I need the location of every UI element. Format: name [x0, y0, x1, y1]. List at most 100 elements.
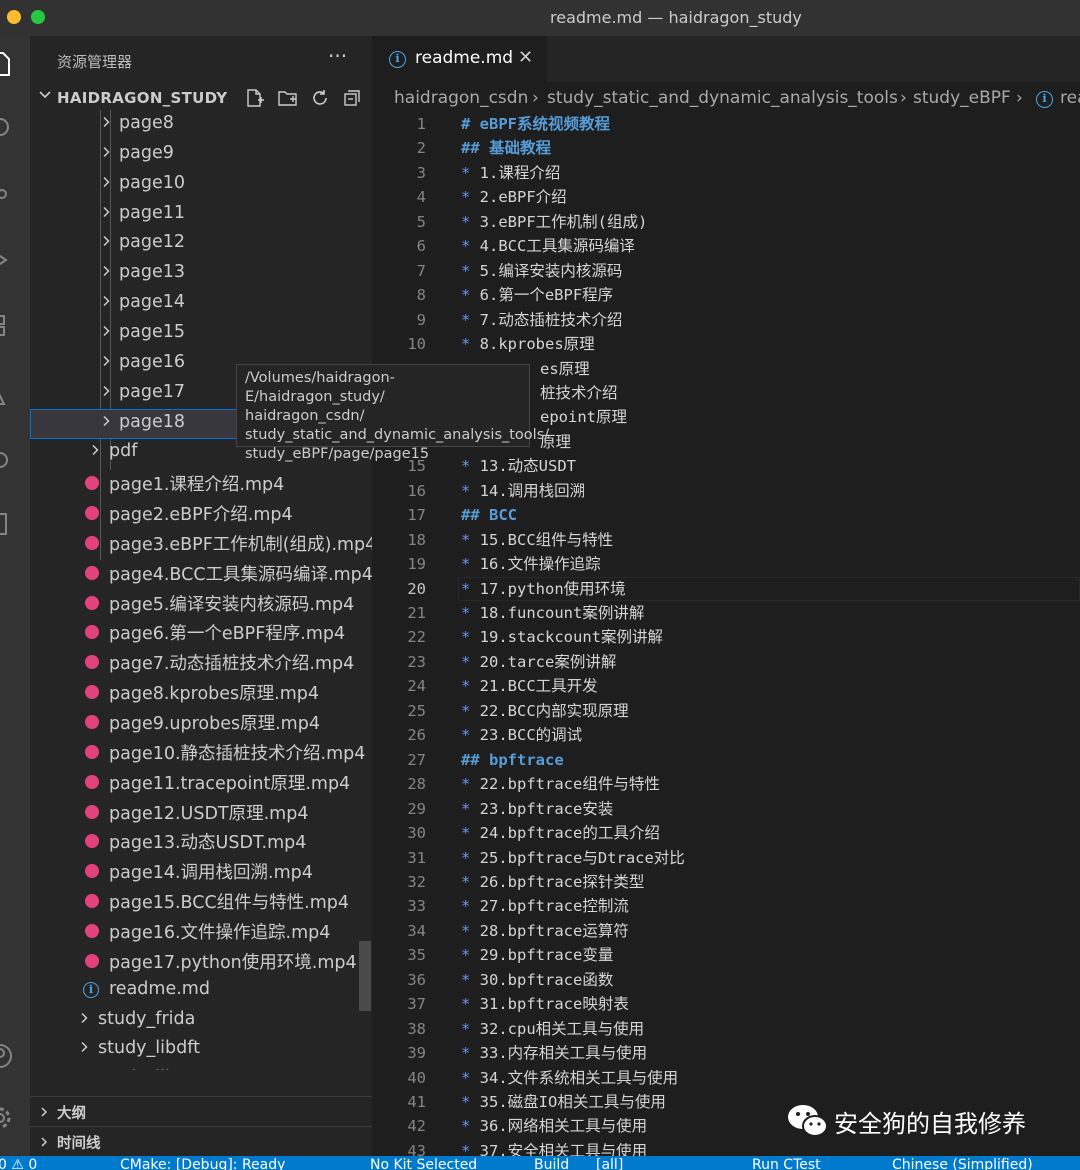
line-number: 3 [416, 164, 426, 182]
tree-folder[interactable]: page15 [30, 319, 372, 349]
chevron-right-icon [41, 1107, 48, 1117]
chevron-right-icon [81, 1041, 88, 1053]
tree-file[interactable]: page9.uprobes原理.mp4 [30, 707, 372, 737]
tree-file[interactable]: page13.动态USDT.mp4 [30, 826, 372, 856]
chevron-right-icon [103, 355, 110, 367]
tree-file[interactable]: i readme.md [30, 976, 372, 1006]
watermark-text: 安全狗的自我修养 [834, 1110, 1026, 1138]
run-debug-icon[interactable] [0, 246, 14, 274]
tree-item-label: page8.kprobes原理.mp4 [109, 684, 320, 704]
code-line: * 37.安全相关工具与使用 [461, 1139, 647, 1156]
tree-file[interactable]: page8.kprobes原理.mp4 [30, 677, 372, 707]
breadcrumb-item[interactable]: study_static_and_dynamic_analysis_tools [547, 88, 898, 108]
tree-file[interactable]: page2.eBPF介绍.mp4 [30, 498, 372, 528]
tree-item-label: page17 [119, 382, 185, 402]
tree-folder[interactable]: page10 [30, 170, 372, 200]
tree-file[interactable]: page14.调用栈回溯.mp4 [30, 856, 372, 886]
code-line: * 27.bpftrace控制流 [461, 894, 629, 918]
code-view[interactable]: 1 # eBPF系统视频教程 2 ## 基础教程 3 * 1.课程介绍 4 * 2.eBPF介… [372, 112, 1080, 1156]
list-bullet: * [461, 677, 480, 695]
remote-icon[interactable] [0, 446, 14, 474]
tree-file[interactable]: page6.第一个eBPF程序.mp4 [30, 617, 372, 647]
extensions-icon[interactable] [0, 312, 14, 340]
code-text: 8.kprobes原理 [479, 335, 595, 353]
tree-item-label: page1.课程介绍.mp4 [109, 475, 285, 495]
code-line: * 6.第一个eBPF程序 [461, 283, 613, 307]
tree-folder[interactable]: study_libFuzzer [30, 1065, 372, 1070]
outline-section-header[interactable]: 大纲 [30, 1096, 372, 1126]
code-line: ## BCC [461, 503, 517, 527]
collapse-all-icon[interactable] [342, 88, 362, 108]
code-line: * 22.BCC内部实现原理 [461, 699, 629, 723]
code-line: * 22.bpftrace组件与特性 [461, 772, 660, 796]
tree-folder[interactable]: page11 [30, 200, 372, 230]
code-text: 7.动态插桩技术介绍 [479, 311, 623, 329]
tree-file[interactable]: page5.编译安装内核源码.mp4 [30, 588, 372, 618]
tree-file[interactable]: page3.eBPF工作机制(组成).mp4 [30, 528, 372, 558]
close-icon[interactable]: ✕ [518, 47, 533, 68]
breadcrumb-item[interactable]: haidragon_csdn [394, 88, 528, 108]
search-icon[interactable] [0, 114, 14, 142]
refresh-icon[interactable] [310, 88, 330, 108]
tree-folder[interactable]: page9 [30, 140, 372, 170]
tree-file[interactable]: page12.USDT原理.mp4 [30, 797, 372, 827]
explorer-icon[interactable] [0, 50, 14, 78]
tree-file[interactable]: page15.BCC组件与特性.mp4 [30, 886, 372, 916]
problems-indicator[interactable]: 0 ⚠ 0 [0, 1157, 37, 1170]
tree-file[interactable]: page4.BCC工具集源码编译.mp4 [30, 558, 372, 588]
window-title: readme.md — haidragon_study [550, 8, 802, 27]
tree-item-label: page13 [119, 262, 185, 282]
workspace-section-header[interactable]: HAIDRAGON_STUDY [30, 86, 372, 110]
tree-item-label: study_libdft [98, 1038, 200, 1058]
list-bullet: * [461, 971, 480, 989]
tree-file[interactable]: page1.课程介绍.mp4 [30, 468, 372, 498]
testing-icon[interactable] [0, 380, 14, 408]
path-tooltip: /Volumes/haidragon-E/haidragon_study/ ha… [236, 364, 549, 462]
chevron-right-icon [103, 206, 110, 218]
sidebar-scrollbar[interactable] [359, 941, 371, 1011]
tree-file[interactable]: page11.tracepoint原理.mp4 [30, 767, 372, 797]
more-actions-icon[interactable]: ··· [328, 44, 347, 68]
tree-folder[interactable]: study_frida [30, 1006, 372, 1036]
tree-folder[interactable]: page14 [30, 289, 372, 319]
language-indicator[interactable]: Chinese (Simplified) [892, 1157, 1033, 1170]
cmake-icon[interactable] [0, 510, 14, 538]
new-file-icon[interactable] [245, 88, 265, 108]
source-control-icon[interactable] [0, 180, 14, 208]
timeline-section-header[interactable]: 时间线 [30, 1126, 372, 1156]
tree-item-label: page9 [119, 143, 174, 163]
tree-folder[interactable]: page12 [30, 229, 372, 259]
list-bullet: * [461, 873, 480, 891]
tree-file[interactable]: page16.文件操作追踪.mp4 [30, 916, 372, 946]
code-text: 28.bpftrace运算符 [479, 922, 629, 940]
tree-file[interactable]: page10.静态插桩技术介绍.mp4 [30, 737, 372, 767]
cmake-status[interactable]: CMake: [Debug]: Ready [120, 1157, 285, 1170]
list-bullet: * [461, 531, 480, 549]
tab-readme[interactable]: i readme.md ✕ [372, 36, 547, 82]
code-text: 26.bpftrace探针类型 [479, 873, 645, 891]
tree-file[interactable]: page7.动态插桩技术介绍.mp4 [30, 647, 372, 677]
tree-folder[interactable]: study_libdft [30, 1035, 372, 1065]
line-number: 33 [407, 897, 426, 915]
tree-folder[interactable]: page13 [30, 259, 372, 289]
kit-selector[interactable]: No Kit Selected [370, 1157, 477, 1170]
list-bullet: * [461, 628, 480, 646]
outline-label: 大纲 [57, 1106, 86, 1122]
code-text: 6.第一个eBPF程序 [479, 286, 614, 304]
code-text: 31.bpftrace映射表 [479, 995, 629, 1013]
new-folder-icon[interactable] [278, 88, 298, 108]
list-bullet: * [461, 213, 480, 231]
code-line: * 36.网络相关工具与使用 [461, 1114, 647, 1138]
build-button[interactable]: Build [534, 1157, 569, 1170]
tree-folder[interactable]: page8 [30, 110, 372, 140]
breadcrumb-item[interactable]: rea [1060, 88, 1080, 108]
breadcrumb-item[interactable]: study_eBPF [913, 88, 1011, 108]
build-target[interactable]: [all] [596, 1157, 623, 1170]
code-text: 3.eBPF工作机制(组成) [479, 213, 648, 231]
line-number: 8 [416, 286, 426, 304]
run-ctest-button[interactable]: Run CTest [752, 1157, 821, 1170]
tree-file[interactable]: page17.python使用环境.mp4 [30, 946, 372, 976]
settings-gear-icon[interactable] [0, 1104, 14, 1132]
account-icon[interactable] [0, 1042, 14, 1070]
line-number: 4 [416, 188, 426, 206]
